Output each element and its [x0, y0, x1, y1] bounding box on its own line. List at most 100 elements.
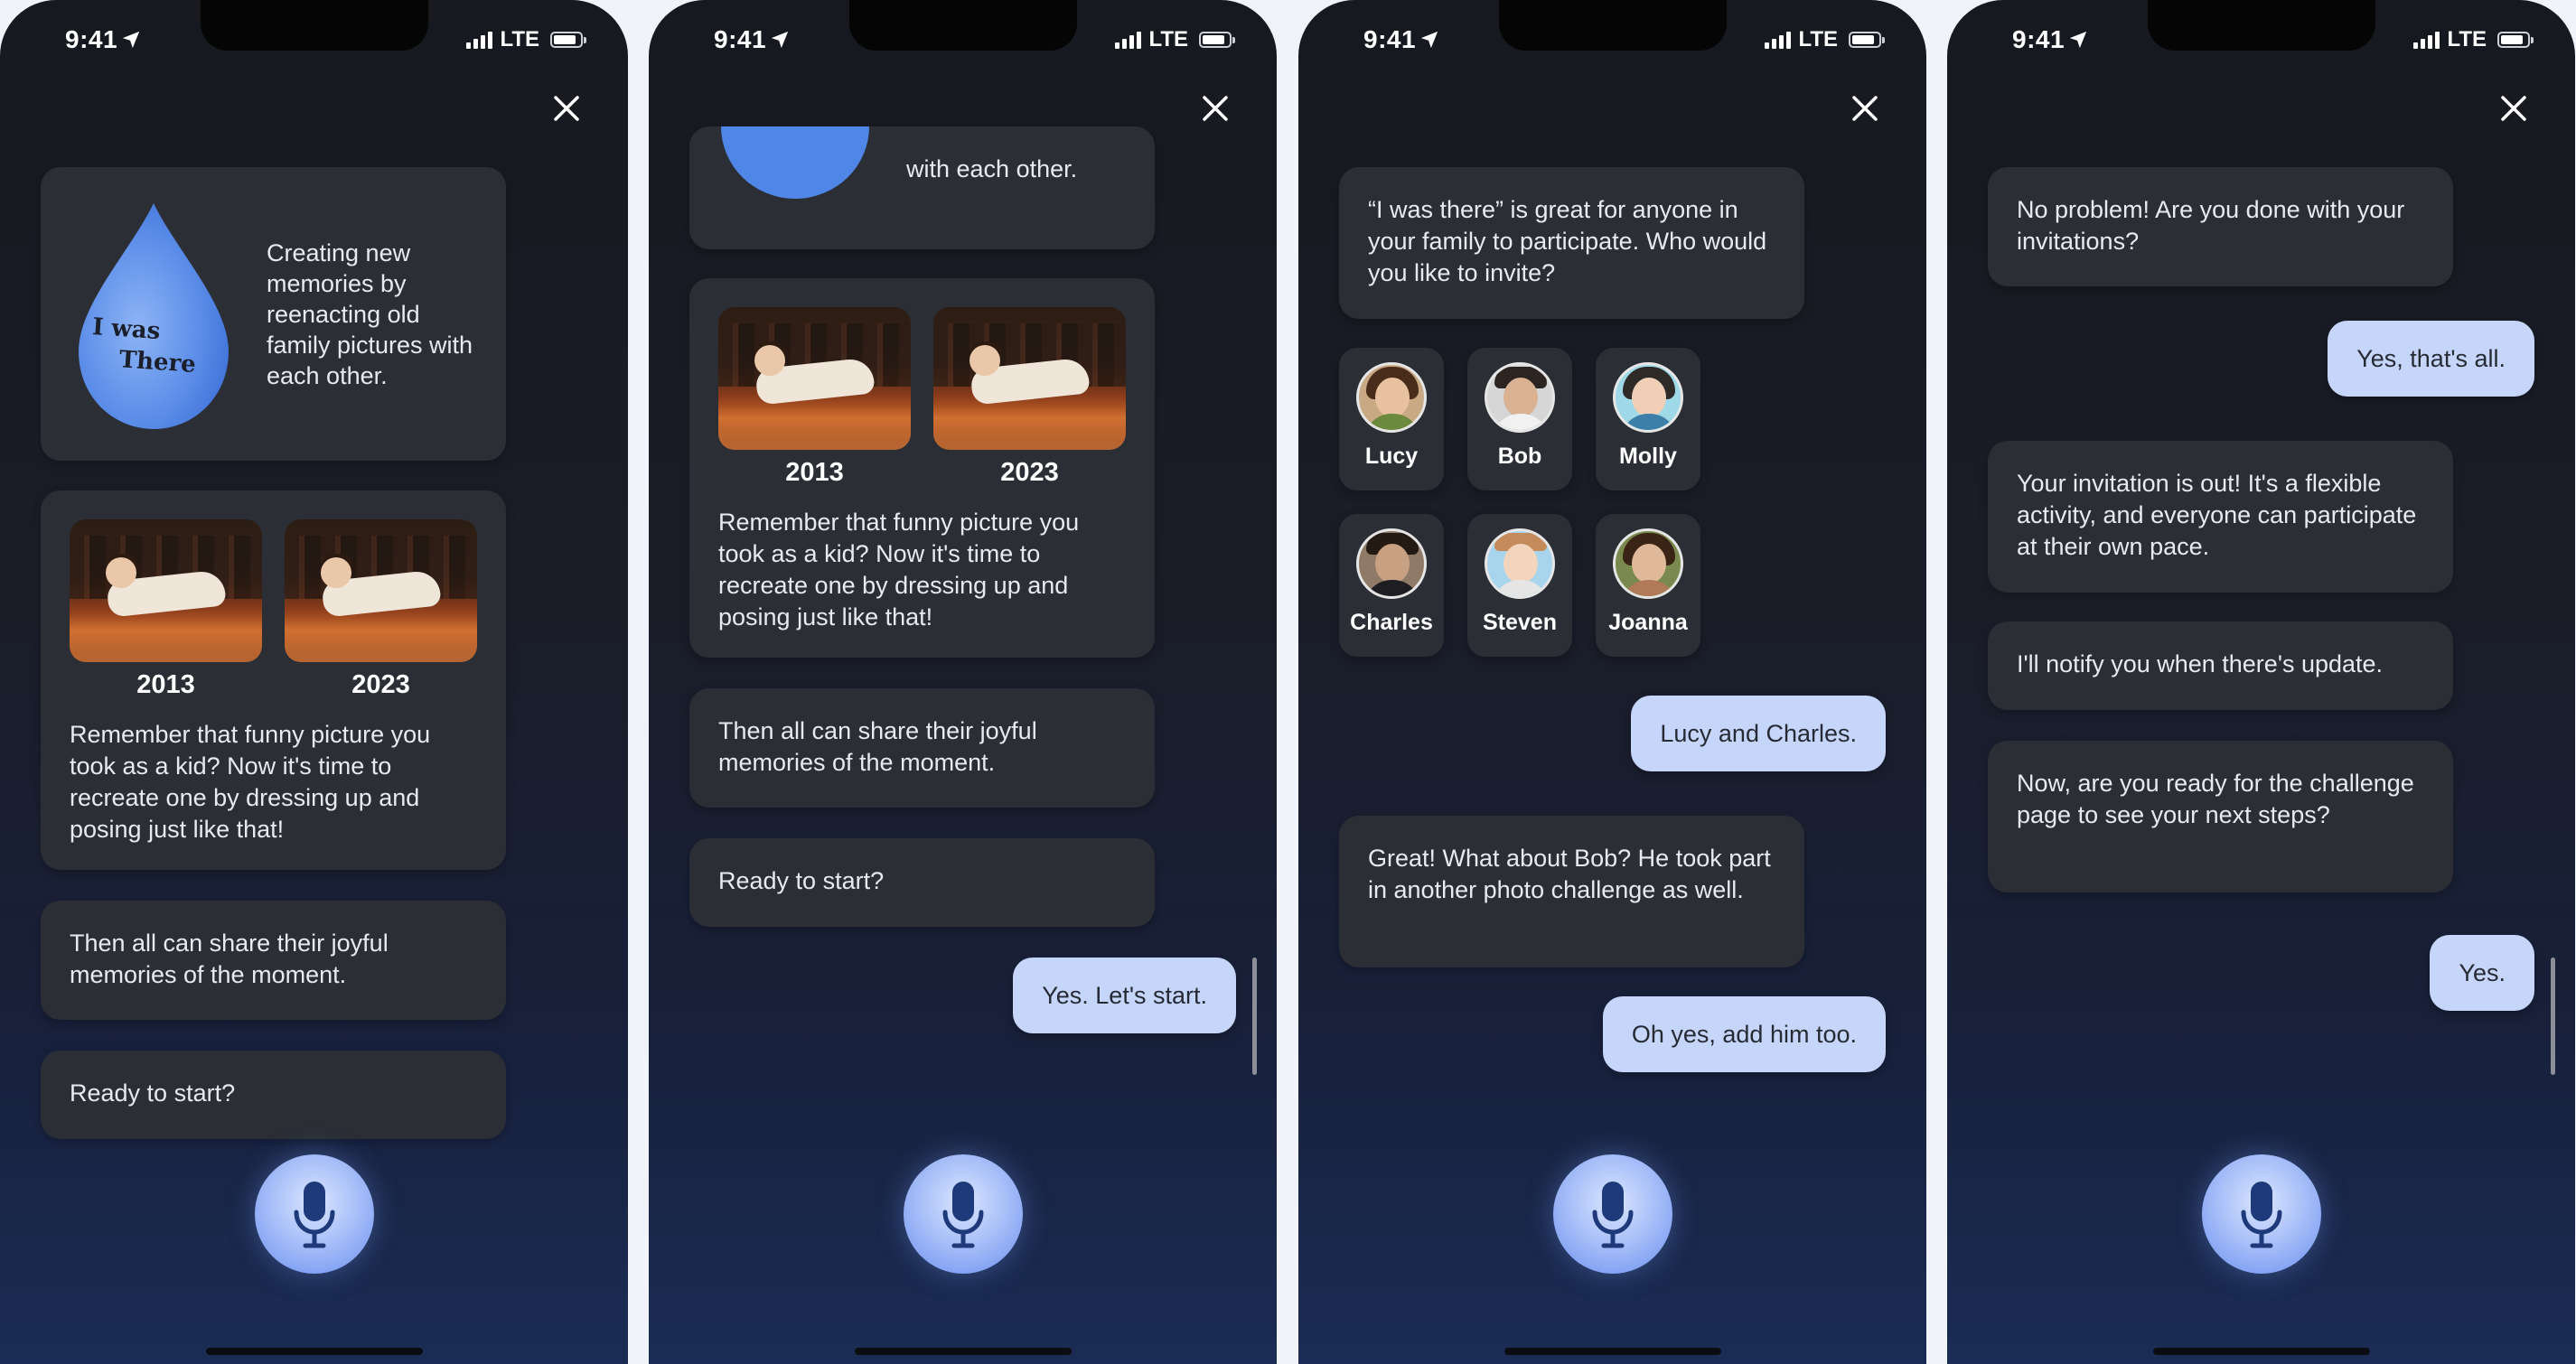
- home-indicator[interactable]: [1503, 1348, 1721, 1355]
- microphone-button[interactable]: [903, 1154, 1023, 1274]
- i-was-there-logo: I was There: [68, 196, 239, 433]
- microphone-button[interactable]: [1552, 1154, 1672, 1274]
- contact-bob[interactable]: Bob: [1467, 348, 1572, 490]
- home-indicator[interactable]: [2152, 1348, 2370, 1355]
- user-reply: Lucy and Charles.: [1631, 696, 1886, 771]
- message-invite: “I was there” is great for anyone in you…: [1339, 167, 1804, 319]
- microphone-button[interactable]: [254, 1154, 374, 1274]
- signal-icon: [2413, 31, 2440, 49]
- message-invitation-out: Your invitation is out! It's a flexible …: [1988, 441, 2453, 593]
- location-arrow-icon: [2069, 31, 2087, 49]
- contact-molly[interactable]: Molly: [1596, 348, 1700, 490]
- microphone-button[interactable]: [2201, 1154, 2321, 1274]
- phone-screen-3: 9:41 LTE “I was there” is great for anyo…: [1298, 0, 1926, 1364]
- microphone-icon: [942, 1182, 983, 1248]
- message-done: No problem! Are you done with your invit…: [1988, 167, 2453, 286]
- scrollbar[interactable]: [2551, 958, 2555, 1075]
- status-time: 9:41: [65, 25, 141, 54]
- phone-screen-4: 9:41 LTE No problem! Are you done with y…: [1947, 0, 2575, 1364]
- status-indicators: LTE: [1115, 27, 1235, 52]
- notch: [200, 0, 428, 51]
- user-reply: Yes, that's all.: [2328, 321, 2534, 397]
- scrollbar[interactable]: [1252, 958, 1257, 1075]
- battery-icon: [1849, 32, 1885, 48]
- contact-name: Molly: [1619, 444, 1677, 469]
- year-label: 2013: [785, 458, 844, 487]
- microphone-icon: [1592, 1182, 1633, 1248]
- battery-icon: [550, 32, 586, 48]
- network-label: LTE: [1148, 27, 1188, 51]
- photo-pair: [718, 307, 1126, 450]
- contact-name: Steven: [1483, 610, 1557, 635]
- user-reply: Yes.: [2430, 935, 2534, 1011]
- photo-description: Remember that funny picture you took as …: [718, 509, 1080, 631]
- photo-pair: [70, 519, 477, 662]
- photo-2013[interactable]: [70, 519, 262, 662]
- contact-joanna[interactable]: Joanna: [1596, 514, 1700, 657]
- avatar: [1356, 528, 1427, 599]
- signal-icon: [466, 31, 493, 49]
- contact-name: Lucy: [1364, 444, 1419, 469]
- close-button[interactable]: [547, 89, 586, 128]
- network-label: LTE: [1798, 27, 1838, 51]
- battery-icon: [1199, 32, 1235, 48]
- water-drop-icon: [721, 126, 869, 199]
- photo-2023[interactable]: [933, 307, 1126, 450]
- photo-years: 2013 2023: [70, 669, 477, 701]
- user-reply: Oh yes, add him too.: [1602, 996, 1886, 1072]
- message-ready: Ready to start?: [41, 1051, 506, 1139]
- close-button[interactable]: [1845, 89, 1885, 128]
- message-notify: I'll notify you when there's update.: [1988, 621, 2453, 710]
- photo-2023[interactable]: [285, 519, 477, 662]
- avatar: [1485, 528, 1555, 599]
- contact-charles[interactable]: Charles: [1339, 514, 1444, 657]
- status-time: 9:41: [1363, 25, 1439, 54]
- message-bob: Great! What about Bob? He took part in a…: [1339, 816, 1804, 967]
- year-label: 2023: [351, 670, 410, 699]
- location-arrow-icon: [771, 31, 789, 49]
- close-icon: [554, 96, 579, 121]
- message-next-steps: Now, are you ready for the challenge pag…: [1988, 741, 2453, 892]
- signal-icon: [1765, 31, 1792, 49]
- intro-card-partial: with each other.: [689, 126, 1155, 249]
- avatar: [1485, 362, 1555, 433]
- contact-picker: Lucy Bob Molly Charles Steven Joanna: [1339, 348, 1700, 657]
- contact-name: Bob: [1497, 444, 1542, 469]
- intro-text-partial: with each other.: [906, 155, 1078, 182]
- status-indicators: LTE: [466, 27, 586, 52]
- avatar: [1356, 362, 1427, 433]
- location-arrow-icon: [1420, 31, 1438, 49]
- intro-card: I was There Creating new memories by reen…: [41, 167, 506, 461]
- network-label: LTE: [2447, 27, 2487, 51]
- contact-name: Joanna: [1608, 610, 1688, 635]
- close-icon: [1852, 96, 1878, 121]
- close-button[interactable]: [1195, 89, 1235, 128]
- microphone-icon: [2241, 1182, 2281, 1248]
- home-indicator[interactable]: [205, 1348, 423, 1355]
- contact-lucy[interactable]: Lucy: [1339, 348, 1444, 490]
- close-icon: [1203, 96, 1228, 121]
- notch: [2147, 0, 2375, 51]
- battery-icon: [2497, 32, 2534, 48]
- contact-steven[interactable]: Steven: [1467, 514, 1572, 657]
- year-label: 2013: [136, 670, 195, 699]
- photo-description: Remember that funny picture you took as …: [70, 721, 431, 843]
- status-indicators: LTE: [2413, 27, 2534, 52]
- photo-2013[interactable]: [718, 307, 911, 450]
- notch: [848, 0, 1077, 51]
- photo-card: 2013 2023 Remember that funny picture yo…: [689, 278, 1155, 658]
- logo-text: I was There: [91, 313, 197, 378]
- close-icon: [2501, 96, 2526, 121]
- signal-icon: [1115, 31, 1142, 49]
- avatar: [1613, 528, 1683, 599]
- network-label: LTE: [500, 27, 539, 51]
- home-indicator[interactable]: [854, 1348, 1072, 1355]
- phone-screen-1: 9:41 LTE I was There Creating new memorie…: [0, 0, 628, 1364]
- photo-years: 2013 2023: [718, 457, 1126, 489]
- location-arrow-icon: [122, 31, 140, 49]
- phone-screen-2: 9:41 LTE with each other. 2013 2023 Reme…: [649, 0, 1277, 1364]
- message-share: Then all can share their joyful memories…: [689, 688, 1155, 808]
- close-button[interactable]: [2494, 89, 2534, 128]
- contact-name: Charles: [1350, 610, 1433, 635]
- photo-card: 2013 2023 Remember that funny picture yo…: [41, 490, 506, 870]
